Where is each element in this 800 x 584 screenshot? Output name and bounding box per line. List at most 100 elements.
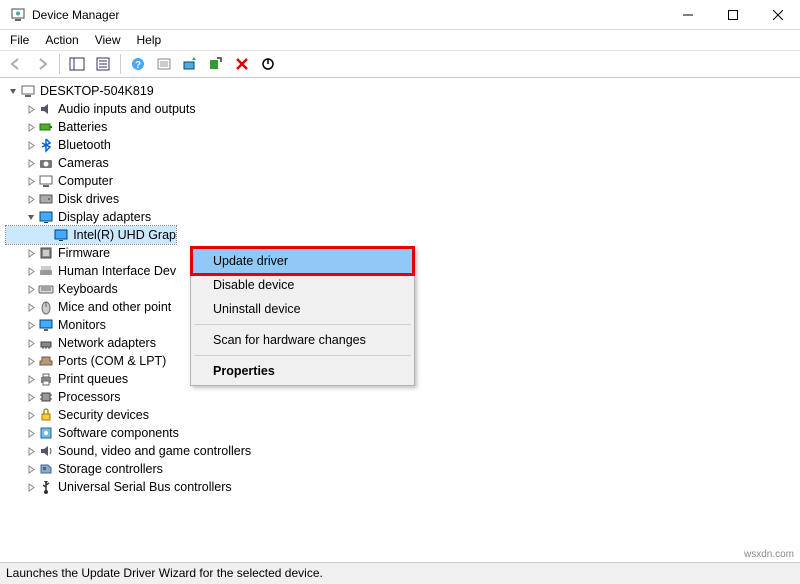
sound-icon: [38, 443, 54, 459]
tree-label: Software components: [58, 424, 179, 442]
expand-icon[interactable]: [24, 195, 38, 204]
expand-icon[interactable]: [24, 141, 38, 150]
expand-icon[interactable]: [24, 177, 38, 186]
menu-file[interactable]: File: [2, 31, 37, 49]
display-adapter-icon: [53, 227, 69, 243]
tree-label: Security devices: [58, 406, 149, 424]
expand-icon[interactable]: [24, 267, 38, 276]
update-driver-button[interactable]: [178, 52, 202, 76]
expand-icon[interactable]: [24, 447, 38, 456]
expand-icon[interactable]: [24, 465, 38, 474]
tree-category[interactable]: Processors: [6, 388, 800, 406]
tree-category[interactable]: Computer: [6, 172, 800, 190]
tree-root-label: DESKTOP-504K819: [40, 82, 154, 100]
expand-icon[interactable]: [24, 285, 38, 294]
scan-hardware-button[interactable]: [204, 52, 228, 76]
expand-icon[interactable]: [24, 357, 38, 366]
tree-category[interactable]: Storage controllers: [6, 460, 800, 478]
toolbar-separator: [120, 54, 121, 74]
disable-button[interactable]: [256, 52, 280, 76]
expand-icon[interactable]: [24, 393, 38, 402]
expand-icon[interactable]: [24, 429, 38, 438]
tree-label: Display adapters: [58, 208, 151, 226]
toolbar: ?: [0, 50, 800, 78]
watermark: wsxdn.com: [744, 549, 794, 560]
menu-help[interactable]: Help: [129, 31, 170, 49]
tree-category-display-adapters[interactable]: Display adapters: [6, 208, 800, 226]
tree-device-selected[interactable]: Intel(R) UHD Grap: [6, 226, 176, 244]
minimize-button[interactable]: [665, 0, 710, 30]
tree-category[interactable]: Software components: [6, 424, 800, 442]
hid-icon: [38, 263, 54, 279]
titlebar: Device Manager: [0, 0, 800, 30]
tree-category[interactable]: Universal Serial Bus controllers: [6, 478, 800, 496]
port-icon: [38, 353, 54, 369]
properties-button[interactable]: [91, 52, 115, 76]
tree-label: Firmware: [58, 244, 110, 262]
tree-label: Network adapters: [58, 334, 156, 352]
tree-label: Cameras: [58, 154, 109, 172]
tree-label: Print queues: [58, 370, 128, 388]
toolbar-separator: [59, 54, 60, 74]
collapse-icon[interactable]: [6, 87, 20, 96]
expand-icon[interactable]: [24, 375, 38, 384]
tree-category[interactable]: Audio inputs and outputs: [6, 100, 800, 118]
maximize-button[interactable]: [710, 0, 755, 30]
camera-icon: [38, 155, 54, 171]
tree-label: Mice and other point: [58, 298, 171, 316]
expand-icon[interactable]: [24, 159, 38, 168]
close-button[interactable]: [755, 0, 800, 30]
computer-icon: [38, 173, 54, 189]
help-button[interactable]: ?: [126, 52, 150, 76]
tree-root[interactable]: DESKTOP-504K819: [6, 82, 800, 100]
expand-icon[interactable]: [24, 411, 38, 420]
collapse-icon[interactable]: [24, 213, 38, 222]
computer-icon: [20, 83, 36, 99]
tree-label: Storage controllers: [58, 460, 163, 478]
tree-label: Human Interface Dev: [58, 262, 176, 280]
tree-label: Sound, video and game controllers: [58, 442, 251, 460]
tree-category[interactable]: Security devices: [6, 406, 800, 424]
audio-icon: [38, 101, 54, 117]
show-hide-console-tree-button[interactable]: [65, 52, 89, 76]
tree-category[interactable]: Bluetooth: [6, 136, 800, 154]
tree-label: Ports (COM & LPT): [58, 352, 166, 370]
back-button: [4, 52, 28, 76]
processor-icon: [38, 389, 54, 405]
tree-label: Batteries: [58, 118, 107, 136]
context-menu-properties[interactable]: Properties: [193, 359, 412, 383]
tree-category[interactable]: Disk drives: [6, 190, 800, 208]
show-hidden-button[interactable]: [152, 52, 176, 76]
context-menu-uninstall-device[interactable]: Uninstall device: [193, 297, 412, 321]
expand-icon[interactable]: [24, 249, 38, 258]
menu-action[interactable]: Action: [37, 31, 86, 49]
tree-category[interactable]: Batteries: [6, 118, 800, 136]
expand-icon[interactable]: [24, 483, 38, 492]
monitor-icon: [38, 317, 54, 333]
usb-icon: [38, 479, 54, 495]
battery-icon: [38, 119, 54, 135]
context-menu-update-driver[interactable]: Update driver: [190, 246, 415, 276]
security-icon: [38, 407, 54, 423]
uninstall-button[interactable]: [230, 52, 254, 76]
window-controls: [665, 0, 800, 30]
tree-label: Keyboards: [58, 280, 118, 298]
expand-icon[interactable]: [24, 339, 38, 348]
expand-icon[interactable]: [24, 123, 38, 132]
tree-category[interactable]: Sound, video and game controllers: [6, 442, 800, 460]
statusbar-text: Launches the Update Driver Wizard for th…: [6, 566, 323, 580]
tree-label: Disk drives: [58, 190, 119, 208]
expand-icon[interactable]: [24, 105, 38, 114]
context-menu-separator: [194, 324, 411, 325]
expand-icon[interactable]: [24, 303, 38, 312]
menu-view[interactable]: View: [87, 31, 129, 49]
network-icon: [38, 335, 54, 351]
expand-icon[interactable]: [24, 321, 38, 330]
display-adapter-icon: [38, 209, 54, 225]
tree-category[interactable]: Cameras: [6, 154, 800, 172]
context-menu-scan-hardware[interactable]: Scan for hardware changes: [193, 328, 412, 352]
window-title: Device Manager: [32, 8, 665, 22]
context-menu-disable-device[interactable]: Disable device: [193, 273, 412, 297]
svg-text:?: ?: [135, 60, 141, 71]
tree-label: Computer: [58, 172, 113, 190]
